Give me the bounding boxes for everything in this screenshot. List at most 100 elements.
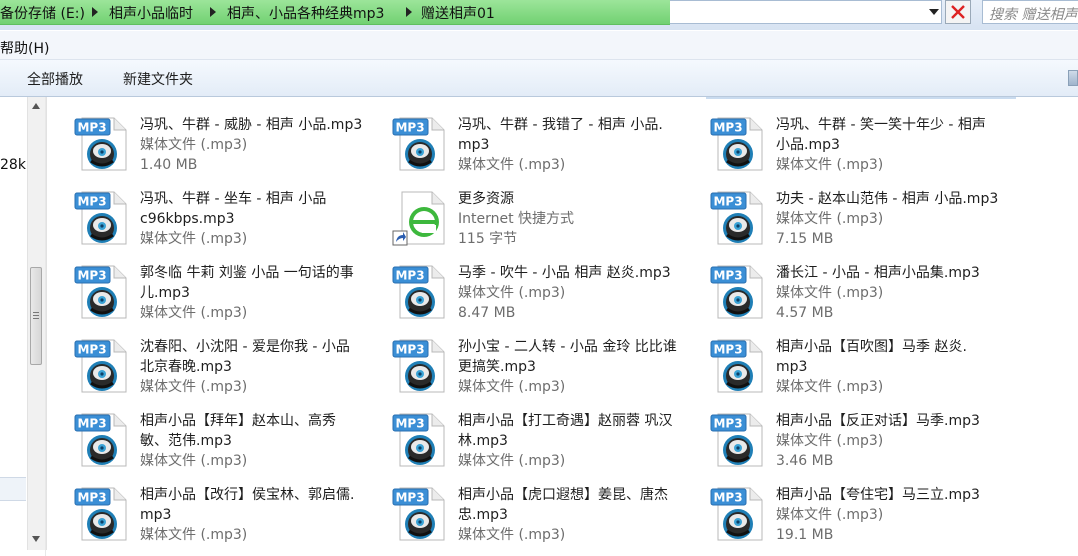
file-name: 更搞笑.mp3 <box>458 359 536 375</box>
pane-divider[interactable] <box>45 97 46 556</box>
file-name: mp3 <box>776 359 808 375</box>
file-item[interactable]: MP3 相声小品【拜年】赵本山、高秀 敏、范伟.mp3 媒体文件 (.mp3) <box>50 401 360 473</box>
file-item[interactable]: MP3 郭冬临 牛莉 刘鉴 小品 一句话的事 儿.mp3 媒体文件 (.mp3) <box>50 253 360 325</box>
mp3-media-icon: MP3 <box>710 115 768 173</box>
file-name: 忠.mp3 <box>458 507 508 523</box>
file-text: 相声小品【反正对话】马季.mp3 媒体文件 (.mp3) 3.46 MB <box>776 411 1008 471</box>
svg-text:MP3: MP3 <box>713 195 742 209</box>
address-bar[interactable]: 备份存储 (E:) 相声小品临时 相声、小品各种经典mp3 赠送相声01 <box>0 0 670 25</box>
file-name: 北京春晚.mp3 <box>140 359 232 375</box>
file-text: 相声小品【打工奇遇】赵丽蓉 巩汉 林.mp3 媒体文件 (.mp3) <box>458 411 690 471</box>
file-name: 相声小品【虎口遐想】姜昆、唐杰 <box>458 487 668 503</box>
file-name: 相声小品【百吹图】马季 赵炎. <box>776 339 967 355</box>
file-item[interactable]: MP3 马季 - 吹牛 - 小品 相声 赵炎.mp3 媒体文件 (.mp3) 8.4… <box>368 253 678 325</box>
breadcrumb-item-drive[interactable]: 备份存储 (E:) <box>0 3 85 23</box>
breadcrumb-item-current[interactable]: 赠送相声01 <box>421 3 495 23</box>
address-bar-empty[interactable] <box>670 0 942 24</box>
file-name: mp3 <box>458 137 490 153</box>
file-name: 相声小品【夸住宅】马三立.mp3 <box>776 487 980 503</box>
breadcrumb-item-subfolder[interactable]: 相声、小品各种经典mp3 <box>227 3 384 23</box>
search-input[interactable]: 搜索 赠送相声01 <box>982 0 1078 24</box>
file-size: 7.15 MB <box>776 231 834 247</box>
file-name: 相声小品【改行】侯宝林、郭启儒. <box>140 487 355 503</box>
navigation-scrollbar[interactable] <box>27 97 47 550</box>
file-item[interactable]: MP3 冯巩、牛群 - 威胁 - 相声 小品.mp3 媒体文件 (.mp3) 1.4… <box>50 105 362 177</box>
file-name: c96kbps.mp3 <box>140 211 235 227</box>
file-text: 孙小宝 - 二人转 - 小品 金玲 比比谁 更搞笑.mp3 媒体文件 (.mp3) <box>458 337 690 397</box>
file-item[interactable]: 更多资源 Internet 快捷方式 115 字节 <box>368 179 678 251</box>
file-item[interactable]: MP3 相声小品【改行】侯宝林、郭启儒. mp3 媒体文件 (.mp3) <box>50 475 360 547</box>
svg-text:MP3: MP3 <box>77 417 106 431</box>
mp3-media-icon: MP3 <box>392 411 450 469</box>
file-type: 媒体文件 (.mp3) <box>458 379 566 395</box>
new-folder-button[interactable]: 新建文件夹 <box>123 69 193 89</box>
file-type: 媒体文件 (.mp3) <box>140 231 248 247</box>
svg-text:MP3: MP3 <box>77 343 106 357</box>
file-item[interactable]: MP3 功夫 - 赵本山范伟 - 相声 小品.mp3 媒体文件 (.mp3) 7.1… <box>686 179 998 251</box>
chevron-right-icon[interactable] <box>210 7 216 17</box>
file-type: 媒体文件 (.mp3) <box>776 211 884 227</box>
file-name: 相声小品【反正对话】马季.mp3 <box>776 413 980 429</box>
file-name: 冯巩、牛群 - 我错了 - 相声 小品. <box>458 117 663 133</box>
mp3-media-icon: MP3 <box>710 263 768 321</box>
file-type: Internet 快捷方式 <box>458 211 575 227</box>
file-item[interactable]: MP3 冯巩、牛群 - 我错了 - 相声 小品. mp3 媒体文件 (.mp3) <box>368 105 678 177</box>
mp3-media-icon: MP3 <box>710 411 768 469</box>
file-item[interactable]: MP3 相声小品【夸住宅】马三立.mp3 媒体文件 (.mp3) 19.1 MB <box>686 475 996 547</box>
scroll-down-icon[interactable] <box>32 536 40 542</box>
file-item[interactable]: MP3 相声小品【反正对话】马季.mp3 媒体文件 (.mp3) 3.46 MB <box>686 401 996 473</box>
file-item[interactable]: MP3 孙小宝 - 二人转 - 小品 金玲 比比谁 更搞笑.mp3 媒体文件 (.m… <box>368 327 678 399</box>
file-type: 媒体文件 (.mp3) <box>140 527 248 543</box>
file-item[interactable]: MP3 冯巩、牛群 - 坐车 - 相声 小品 c96kbps.mp3 媒体文件 (.… <box>50 179 360 251</box>
chevron-right-icon[interactable] <box>92 7 98 17</box>
nav-partial-text: 28k <box>0 157 26 173</box>
file-text: 相声小品【虎口遐想】姜昆、唐杰 忠.mp3 媒体文件 (.mp3) <box>458 485 690 545</box>
address-dropdown-icon[interactable] <box>929 9 939 15</box>
file-item[interactable]: MP3 潘长江 - 小品 - 相声小品集.mp3 媒体文件 (.mp3) 4.57 … <box>686 253 996 325</box>
file-text: 相声小品【夸住宅】马三立.mp3 媒体文件 (.mp3) 19.1 MB <box>776 485 1008 545</box>
file-name: 相声小品【打工奇遇】赵丽蓉 巩汉 <box>458 413 673 429</box>
file-name: 潘长江 - 小品 - 相声小品集.mp3 <box>776 265 980 281</box>
file-name: 郭冬临 牛莉 刘鉴 小品 一句话的事 <box>140 265 354 281</box>
file-item[interactable]: MP3 沈春阳、小沈阳 - 爱是你我 - 小品 北京春晚.mp3 媒体文件 (.mp… <box>50 327 360 399</box>
scroll-thumb[interactable] <box>30 267 42 365</box>
file-name: 孙小宝 - 二人转 - 小品 金玲 比比谁 <box>458 339 677 355</box>
file-name: 马季 - 吹牛 - 小品 相声 赵炎.mp3 <box>458 265 671 281</box>
file-text: 潘长江 - 小品 - 相声小品集.mp3 媒体文件 (.mp3) 4.57 MB <box>776 263 1008 323</box>
play-all-button[interactable]: 全部播放 <box>27 69 83 89</box>
file-name: 敏、范伟.mp3 <box>140 433 232 449</box>
file-type: 媒体文件 (.mp3) <box>140 137 248 153</box>
svg-text:MP3: MP3 <box>713 343 742 357</box>
breadcrumb-item-folder[interactable]: 相声小品临时 <box>109 3 193 23</box>
svg-text:MP3: MP3 <box>713 491 742 505</box>
file-type: 媒体文件 (.mp3) <box>458 527 566 543</box>
file-list: MP3 冯巩、牛群 - 威胁 - 相声 小品.mp3 媒体文件 (.mp3) 1.4… <box>50 97 1078 556</box>
file-item[interactable]: MP3 相声小品【打工奇遇】赵丽蓉 巩汉 林.mp3 媒体文件 (.mp3) <box>368 401 678 473</box>
file-text: 相声小品【拜年】赵本山、高秀 敏、范伟.mp3 媒体文件 (.mp3) <box>140 411 372 471</box>
svg-text:MP3: MP3 <box>395 491 424 505</box>
file-name: 功夫 - 赵本山范伟 - 相声 小品.mp3 <box>776 191 999 207</box>
file-type: 媒体文件 (.mp3) <box>776 507 884 523</box>
menu-bar: 帮助(H) <box>0 31 1078 60</box>
file-text: 冯巩、牛群 - 我错了 - 相声 小品. mp3 媒体文件 (.mp3) <box>458 115 690 175</box>
file-text: 冯巩、牛群 - 笑一笑十年少 - 相声 小品.mp3 媒体文件 (.mp3) <box>776 115 1008 175</box>
menu-help[interactable]: 帮助(H) <box>0 38 49 58</box>
svg-text:MP3: MP3 <box>77 121 106 135</box>
mp3-media-icon: MP3 <box>74 337 132 395</box>
file-item[interactable]: MP3 冯巩、牛群 - 笑一笑十年少 - 相声 小品.mp3 媒体文件 (.mp3) <box>686 105 996 177</box>
clear-address-button[interactable] <box>945 0 971 24</box>
file-name: 更多资源 <box>458 191 514 207</box>
file-item[interactable]: MP3 相声小品【百吹图】马季 赵炎. mp3 媒体文件 (.mp3) <box>686 327 996 399</box>
file-name: 儿.mp3 <box>140 285 190 301</box>
file-type: 媒体文件 (.mp3) <box>140 305 248 321</box>
file-type: 媒体文件 (.mp3) <box>458 285 566 301</box>
svg-text:MP3: MP3 <box>395 121 424 135</box>
file-item[interactable]: MP3 相声小品【虎口遐想】姜昆、唐杰 忠.mp3 媒体文件 (.mp3) <box>368 475 678 547</box>
mp3-media-icon: MP3 <box>74 189 132 247</box>
scroll-up-icon[interactable] <box>32 103 40 109</box>
view-options-icon[interactable] <box>1068 70 1078 86</box>
file-size: 3.46 MB <box>776 453 834 469</box>
file-type: 媒体文件 (.mp3) <box>776 379 884 395</box>
svg-text:MP3: MP3 <box>77 269 106 283</box>
chevron-right-icon[interactable] <box>406 7 412 17</box>
